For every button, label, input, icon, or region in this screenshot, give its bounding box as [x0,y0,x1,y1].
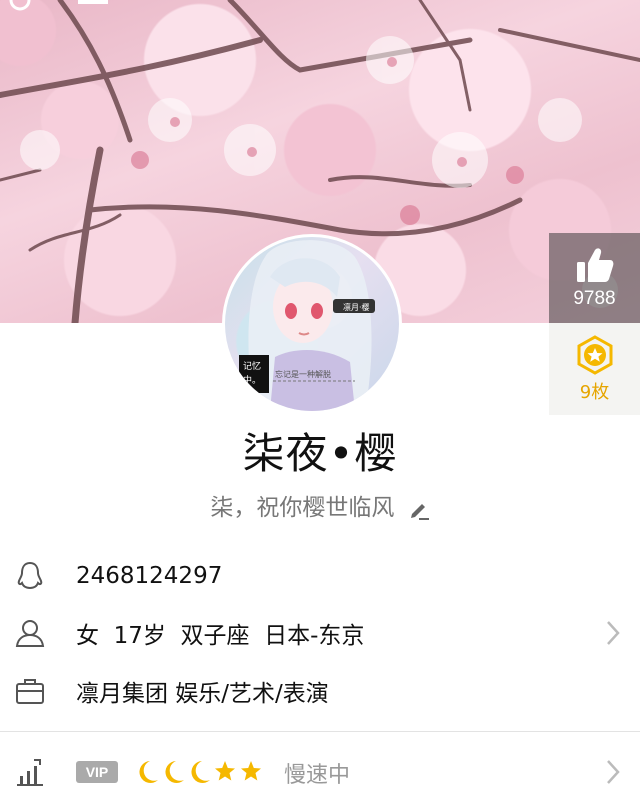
top-status-icons [9,0,108,11]
moon-icon [139,761,158,783]
signature-text: 柒，祝你樱世临风 [210,495,395,521]
vip-badge: VIP [76,761,118,783]
penguin-icon [17,561,43,590]
moon-icon [165,761,184,783]
person-icon [15,620,45,647]
level-chart-icon [17,759,43,786]
medal-count: 9枚 [579,381,610,403]
star-icon [241,761,261,781]
avatar-illustration: 凛月·樱 记忆 中。 忘记是一种解脱 [239,240,375,411]
signature-line[interactable]: 柒，祝你樱世临风 [0,488,640,522]
svg-text:中。: 中。 [243,374,261,386]
qq-number: 2468124297 [76,563,223,589]
svg-text:忘记是一种解脱: 忘记是一种解脱 [275,369,331,379]
star-medal-icon [577,334,612,375]
svg-text:凛月·樱: 凛月·樱 [343,302,370,312]
avatar[interactable]: 凛月·樱 记忆 中。 忘记是一种解脱 [222,234,402,414]
basic-info-text: 女 17岁 双子座 日本-东京 [76,623,365,649]
like-count: 9788 [573,288,616,309]
profile-name: 柒夜•樱 [242,429,398,478]
star-icon [215,761,235,781]
chevron-right-icon [607,621,620,645]
vip-status: 慢速中 [284,763,351,788]
chevron-right-icon [607,760,620,784]
level-icons [139,761,261,783]
briefcase-icon [16,679,44,704]
thumbs-up-icon [576,248,613,282]
section-divider [0,731,640,732]
medal-button[interactable]: 9枚 [549,323,640,415]
svg-text:记忆: 记忆 [243,360,261,372]
qq-number-row: 2468124297 [0,547,640,605]
moon-icon [191,761,210,783]
pencil-icon[interactable] [408,498,430,520]
company-text: 凛月集团 娱乐/艺术/表演 [76,681,329,707]
like-button[interactable]: 9788 [549,233,640,323]
basic-info-row[interactable]: 女 17岁 双子座 日本-东京 [0,604,640,662]
company-row: 凛月集团 娱乐/艺术/表演 [0,662,640,720]
